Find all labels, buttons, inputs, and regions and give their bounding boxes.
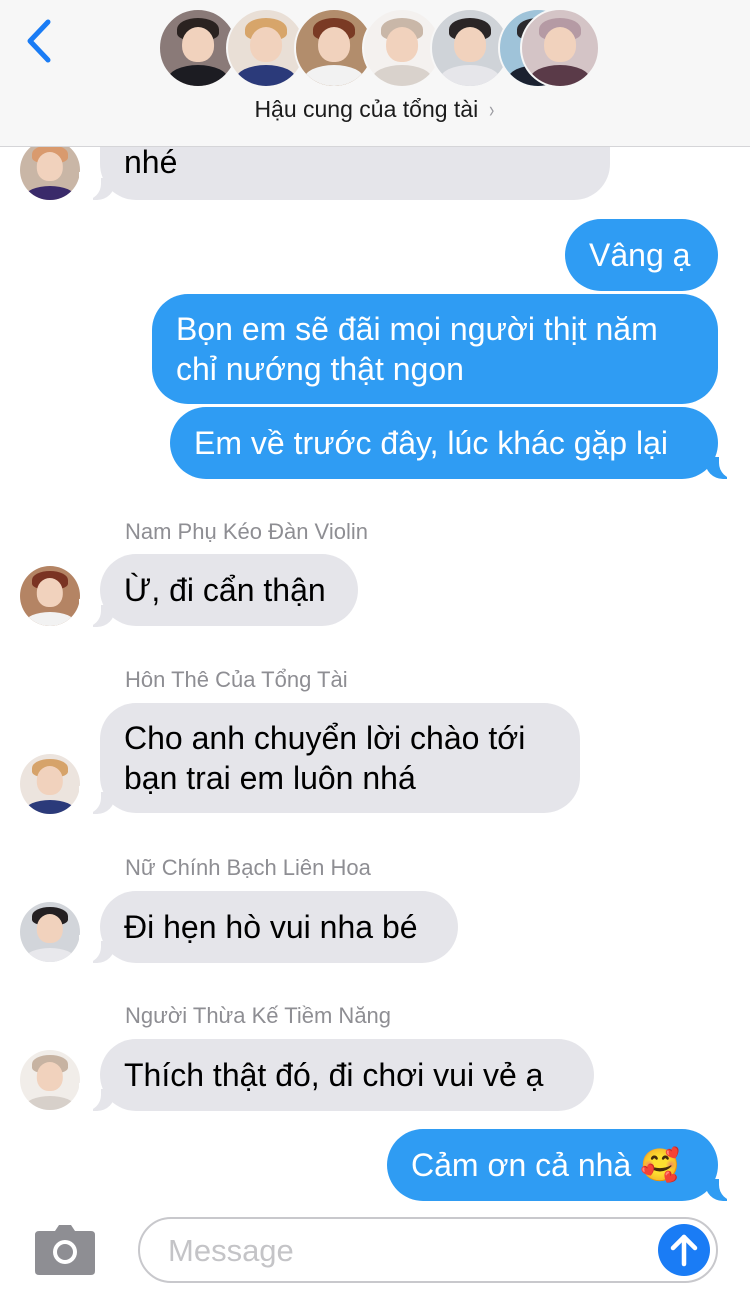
sender-name: Nữ Chính Bạch Liên Hoa	[125, 855, 371, 880]
chevron-right-icon: ›	[489, 97, 495, 122]
sender-name: Người Thừa Kế Tiềm Năng	[125, 1003, 392, 1028]
message-text: Đi hẹn hò vui nha bé	[124, 909, 418, 945]
camera-button[interactable]	[33, 1225, 97, 1275]
sender-avatar[interactable]	[20, 140, 80, 200]
sender-avatar[interactable]	[20, 754, 80, 814]
group-avatars[interactable]	[158, 8, 600, 90]
send-button[interactable]	[658, 1224, 710, 1276]
message-text: Bọn em sẽ đãi mọi người thịt năm chỉ nướ…	[176, 311, 658, 387]
sender-avatar[interactable]	[20, 1050, 80, 1110]
incoming-message[interactable]: Đi hẹn hò vui nha bé	[100, 891, 458, 963]
arrow-up-icon	[670, 1234, 698, 1267]
sender-name: Nam Phụ Kéo Đàn Violin	[125, 519, 368, 544]
camera-icon	[35, 1225, 95, 1275]
composer-bar	[0, 1205, 750, 1295]
incoming-message[interactable]: Cho anh chuyển lời chào tới bạn trai em …	[100, 703, 580, 813]
sender-avatar[interactable]	[20, 566, 80, 626]
incoming-message[interactable]: Ừ, đi cẩn thận	[100, 554, 358, 626]
sender-name: Hôn Thê Của Tổng Tài	[125, 667, 348, 692]
outgoing-message[interactable]: Em về trước đây, lúc khác gặp lại	[170, 407, 718, 479]
message-text: nhé	[124, 144, 178, 180]
message-text: Cảm ơn cả nhà 🥰	[411, 1147, 680, 1183]
chevron-left-icon	[27, 19, 51, 63]
sender-avatar[interactable]	[20, 902, 80, 962]
message-thread[interactable]: nhé Vâng ạ Bọn em sẽ đãi mọi người thịt …	[0, 0, 750, 1201]
message-text: Vâng ạ	[589, 237, 691, 273]
incoming-message[interactable]: Thích thật đó, đi chơi vui vẻ ạ	[100, 1039, 594, 1111]
message-text: Ừ, đi cẩn thận	[124, 572, 326, 608]
message-text: Cho anh chuyển lời chào tới bạn trai em …	[124, 720, 526, 796]
message-text: Thích thật đó, đi chơi vui vẻ ạ	[124, 1057, 544, 1093]
group-name-button[interactable]: Hậu cung của tổng tài ›	[0, 96, 750, 123]
message-text: Em về trước đây, lúc khác gặp lại	[194, 425, 668, 461]
message-input[interactable]	[166, 1219, 640, 1283]
participant-avatar	[520, 8, 600, 88]
group-name: Hậu cung của tổng tài	[254, 96, 479, 122]
back-button[interactable]	[18, 16, 58, 66]
outgoing-message[interactable]: Vâng ạ	[565, 219, 718, 291]
outgoing-message[interactable]: Bọn em sẽ đãi mọi người thịt năm chỉ nướ…	[152, 294, 718, 404]
outgoing-message[interactable]: Cảm ơn cả nhà 🥰	[387, 1129, 718, 1201]
message-field[interactable]	[138, 1217, 718, 1283]
conversation-header: Hậu cung của tổng tài ›	[0, 0, 750, 147]
